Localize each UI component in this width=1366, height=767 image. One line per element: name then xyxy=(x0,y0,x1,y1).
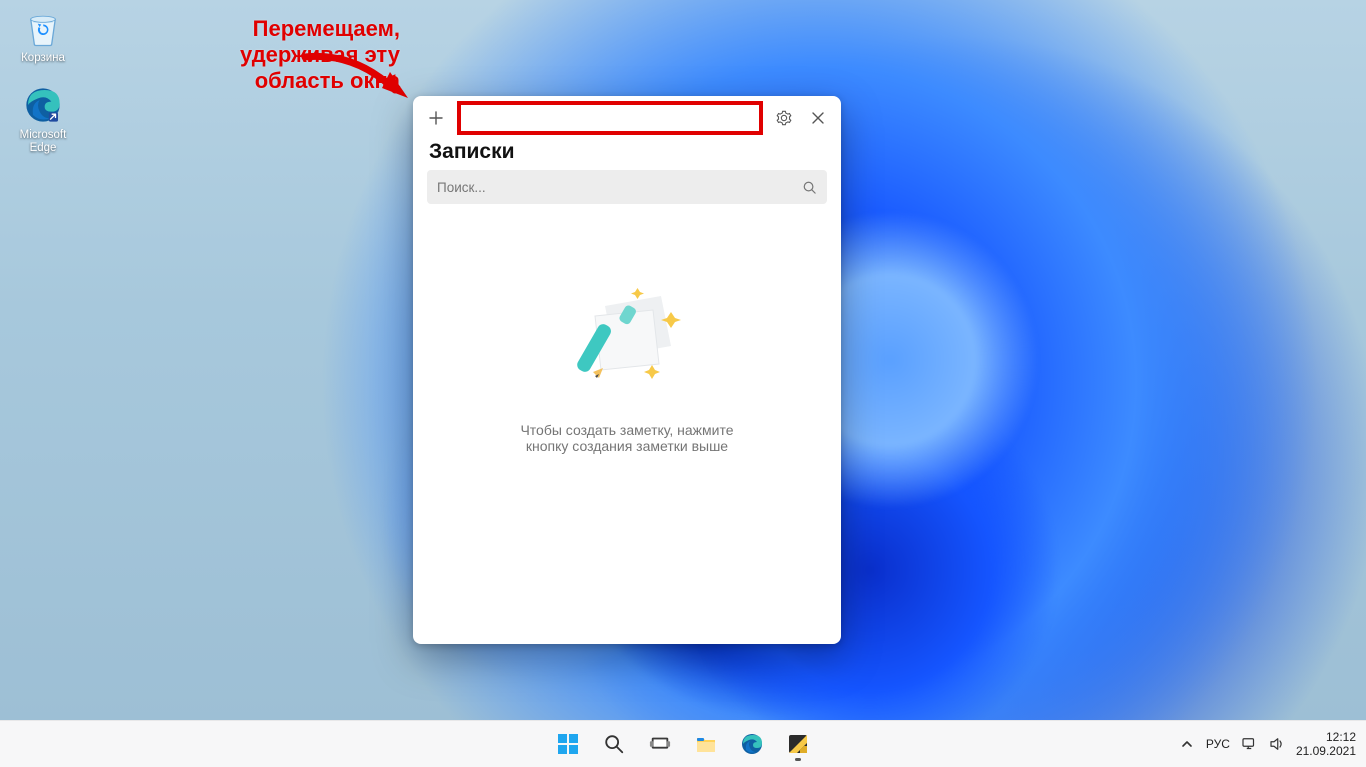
plus-icon xyxy=(428,110,444,126)
system-tray: РУС 12:12 21.09.2021 xyxy=(1178,730,1356,758)
recycle-bin-icon xyxy=(21,6,65,50)
search-icon xyxy=(802,180,817,195)
volume-icon[interactable] xyxy=(1268,735,1286,753)
chevron-up-icon xyxy=(1181,738,1193,750)
taskbar-start-button[interactable] xyxy=(548,724,588,764)
task-view-icon xyxy=(649,733,671,755)
edge-icon xyxy=(740,732,764,756)
desktop-icon-edge[interactable]: Microsoft Edge xyxy=(8,83,78,155)
sticky-notes-icon xyxy=(786,732,810,756)
taskbar-sticky-notes-button[interactable] xyxy=(778,724,818,764)
sticky-notes-window: Записки Поиск... Чтобы создать заметку, … xyxy=(413,96,841,644)
tray-overflow-button[interactable] xyxy=(1178,735,1196,753)
network-icon[interactable] xyxy=(1240,735,1258,753)
desktop-icon-label: Корзина xyxy=(8,52,78,65)
language-indicator[interactable]: РУС xyxy=(1206,737,1230,751)
empty-state-illustration xyxy=(557,278,697,398)
taskbar-search-button[interactable] xyxy=(594,724,634,764)
desktop-icon-recycle-bin[interactable]: Корзина xyxy=(8,6,78,65)
close-icon xyxy=(811,111,825,125)
window-title: Записки xyxy=(413,140,841,170)
search-placeholder: Поиск... xyxy=(437,180,802,195)
taskbar-file-explorer-button[interactable] xyxy=(686,724,726,764)
new-note-button[interactable] xyxy=(419,101,453,135)
empty-state-text-2: кнопку создания заметки выше xyxy=(526,438,728,454)
start-icon xyxy=(556,732,580,756)
desktop-icon-label: Microsoft Edge xyxy=(8,129,78,155)
taskbar-task-view-button[interactable] xyxy=(640,724,680,764)
close-button[interactable] xyxy=(801,101,835,135)
taskbar-clock[interactable]: 12:12 21.09.2021 xyxy=(1296,730,1356,758)
edge-icon xyxy=(21,83,65,127)
clock-time: 12:12 xyxy=(1296,730,1356,744)
taskbar: РУС 12:12 21.09.2021 xyxy=(0,720,1366,767)
gear-icon xyxy=(776,110,792,126)
taskbar-edge-button[interactable] xyxy=(732,724,772,764)
file-explorer-icon xyxy=(694,732,718,756)
titlebar-drag-area-highlight[interactable] xyxy=(457,101,763,135)
search-icon xyxy=(603,733,625,755)
clock-date: 21.09.2021 xyxy=(1296,744,1356,758)
empty-state-text-1: Чтобы создать заметку, нажмите xyxy=(520,422,733,438)
settings-button[interactable] xyxy=(767,101,801,135)
window-titlebar[interactable] xyxy=(413,96,841,140)
search-input[interactable]: Поиск... xyxy=(427,170,827,204)
empty-state: Чтобы создать заметку, нажмите кнопку со… xyxy=(413,214,841,644)
